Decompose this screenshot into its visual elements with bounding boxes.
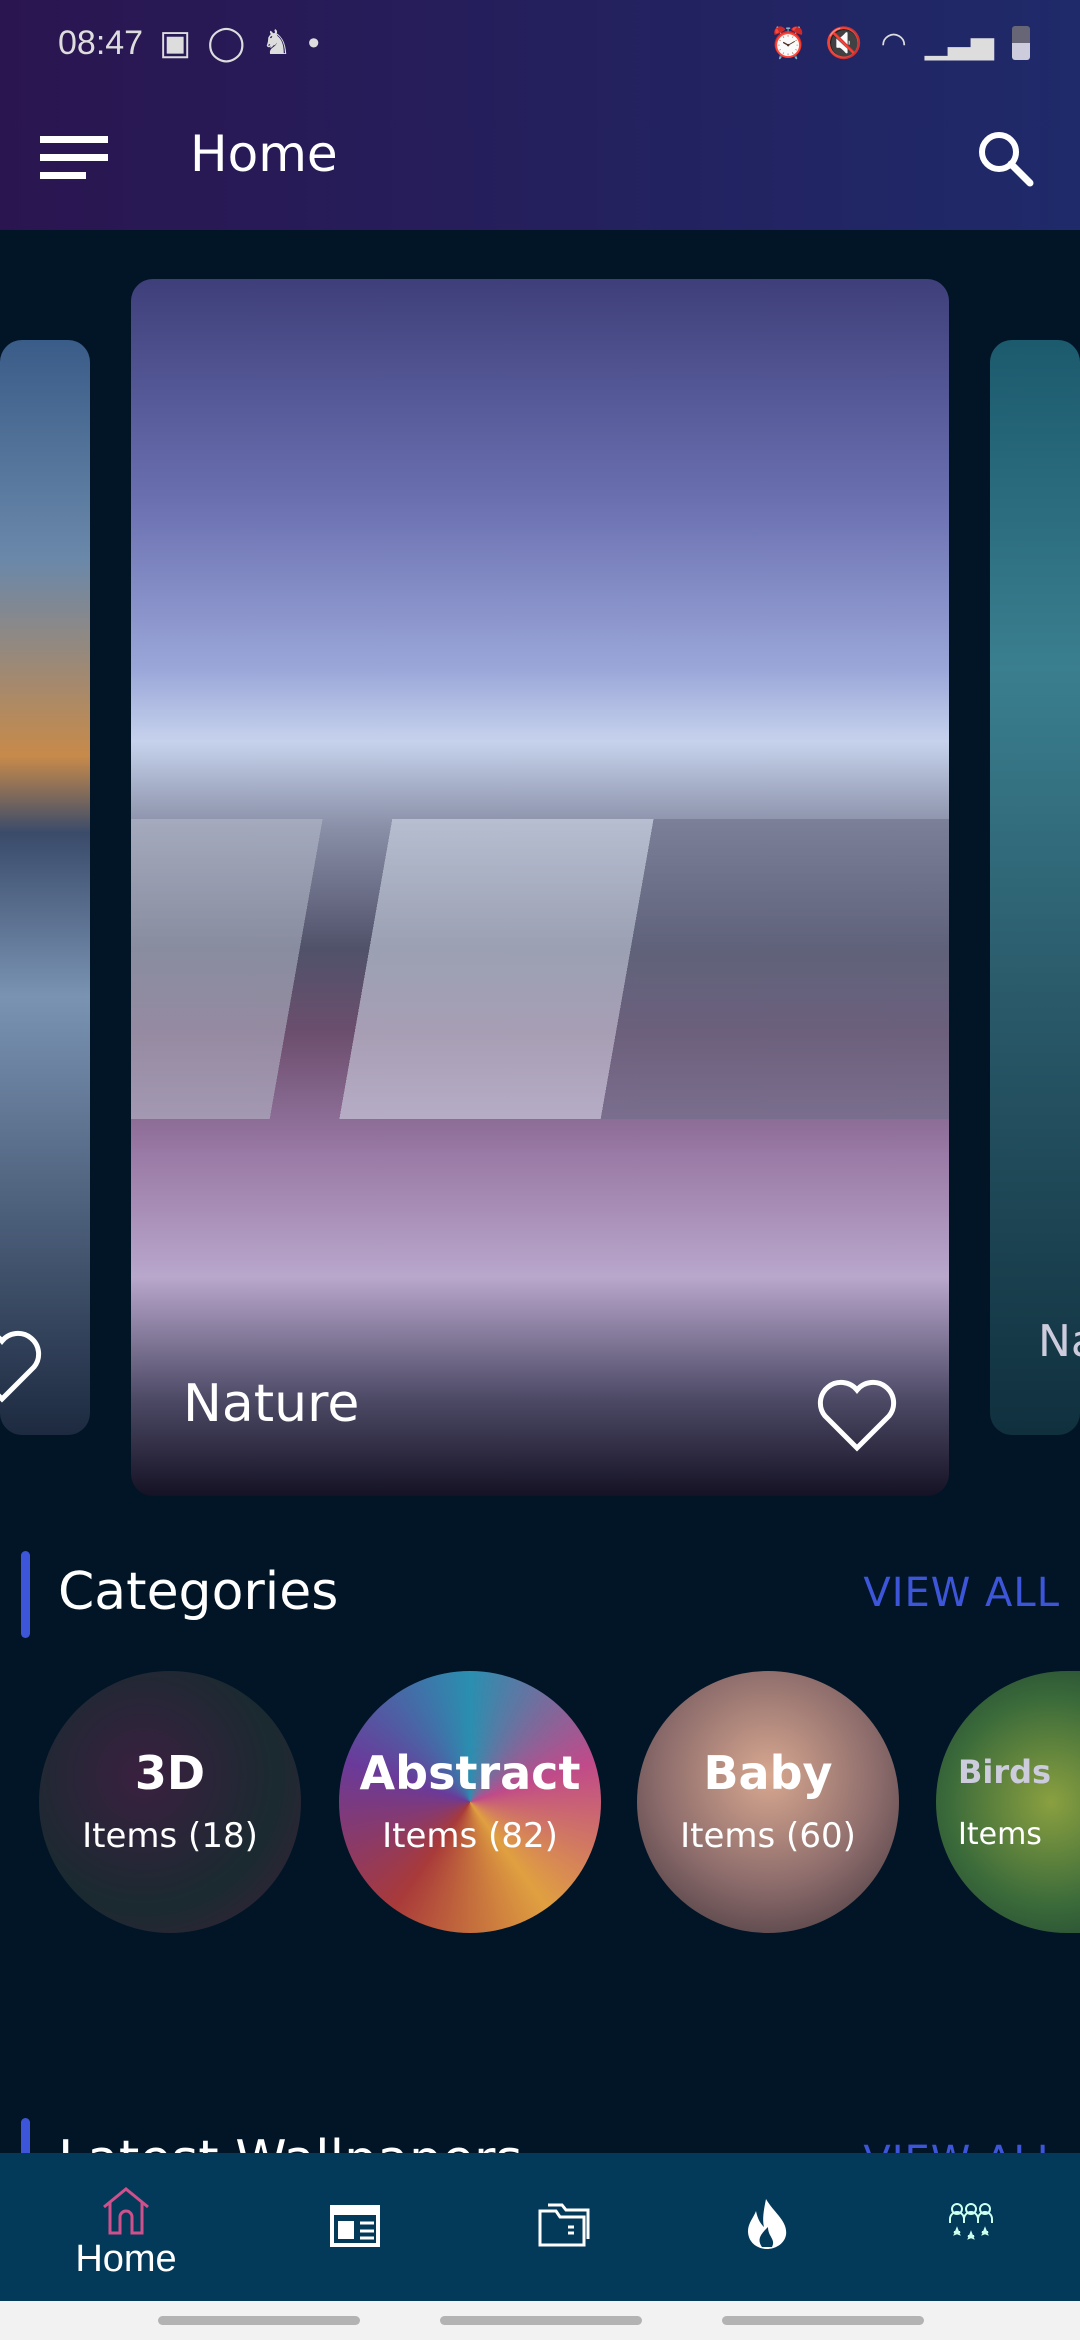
bottom-nav: Home — [0, 2153, 1080, 2301]
group-icon — [949, 2203, 993, 2240]
search-icon[interactable] — [975, 128, 1035, 188]
category-count: Items (82) — [382, 1816, 558, 1856]
nav-home[interactable]: Home — [18, 2153, 234, 2301]
menu-icon[interactable] — [40, 136, 108, 180]
card-title: Nature — [1038, 1316, 1080, 1367]
gallery-icon: ▣ — [159, 24, 192, 62]
status-time: 08:47 — [58, 23, 144, 62]
signal-icon: ▁▃▅ — [924, 26, 994, 60]
category-3d[interactable]: 3D Items (18) — [39, 1671, 301, 1933]
dot-icon: • — [307, 23, 320, 62]
carousel-card[interactable]: Nature — [131, 279, 949, 1496]
category-count: Items (18) — [82, 1816, 258, 1856]
page-title: Home — [190, 125, 338, 183]
home-icon — [103, 2187, 149, 2235]
heart-icon[interactable] — [815, 1378, 899, 1454]
status-bar: 08:47 ▣ ◯ ♞ • ⏰ 🔇 ◠ ▁▃▅ — [58, 18, 1030, 68]
battery-icon — [1012, 26, 1030, 60]
newspaper-icon — [330, 2205, 380, 2247]
category-name: Abstract — [359, 1746, 581, 1800]
notification-icon: ♞ — [261, 24, 292, 62]
category-count: Items — [958, 1817, 1042, 1852]
category-count: Items (60) — [680, 1816, 856, 1856]
alarm-icon: ⏰ — [769, 26, 808, 60]
mute-icon: 🔇 — [825, 26, 863, 60]
category-birds[interactable]: Birds Items — [936, 1671, 1080, 1933]
app-bar: 08:47 ▣ ◯ ♞ • ⏰ 🔇 ◠ ▁▃▅ Home — [0, 0, 1080, 230]
category-name: 3D — [134, 1746, 206, 1800]
home-button[interactable] — [440, 2316, 642, 2325]
carousel-card-next[interactable]: Nature — [990, 340, 1080, 1435]
category-name: Baby — [703, 1746, 833, 1800]
folder-icon — [538, 2203, 590, 2247]
nav-latest[interactable] — [248, 2153, 464, 2301]
nav-community[interactable] — [864, 2153, 1080, 2301]
whatsapp-icon: ◯ — [207, 24, 246, 62]
card-title: Nature — [183, 1374, 360, 1434]
back-button[interactable] — [722, 2316, 924, 2325]
wallpaper-image — [131, 819, 949, 1119]
category-abstract[interactable]: Abstract Items (82) — [339, 1671, 601, 1933]
wifi-icon: ◠ — [880, 26, 907, 60]
nav-label: Home — [75, 2238, 177, 2280]
categories-view-all-button[interactable]: VIEW ALL — [863, 1570, 1060, 1616]
recents-button[interactable] — [158, 2316, 360, 2325]
categories-title: Categories — [58, 1562, 339, 1622]
fire-icon — [748, 2199, 787, 2249]
carousel-card-prev[interactable] — [0, 340, 90, 1435]
heart-icon[interactable] — [0, 1329, 44, 1405]
nav-popular[interactable] — [661, 2153, 877, 2301]
nav-categories[interactable] — [455, 2153, 671, 2301]
gesture-bar — [0, 2301, 1080, 2340]
category-baby[interactable]: Baby Items (60) — [637, 1671, 899, 1933]
section-accent — [21, 1551, 30, 1638]
category-name: Birds — [958, 1753, 1052, 1791]
